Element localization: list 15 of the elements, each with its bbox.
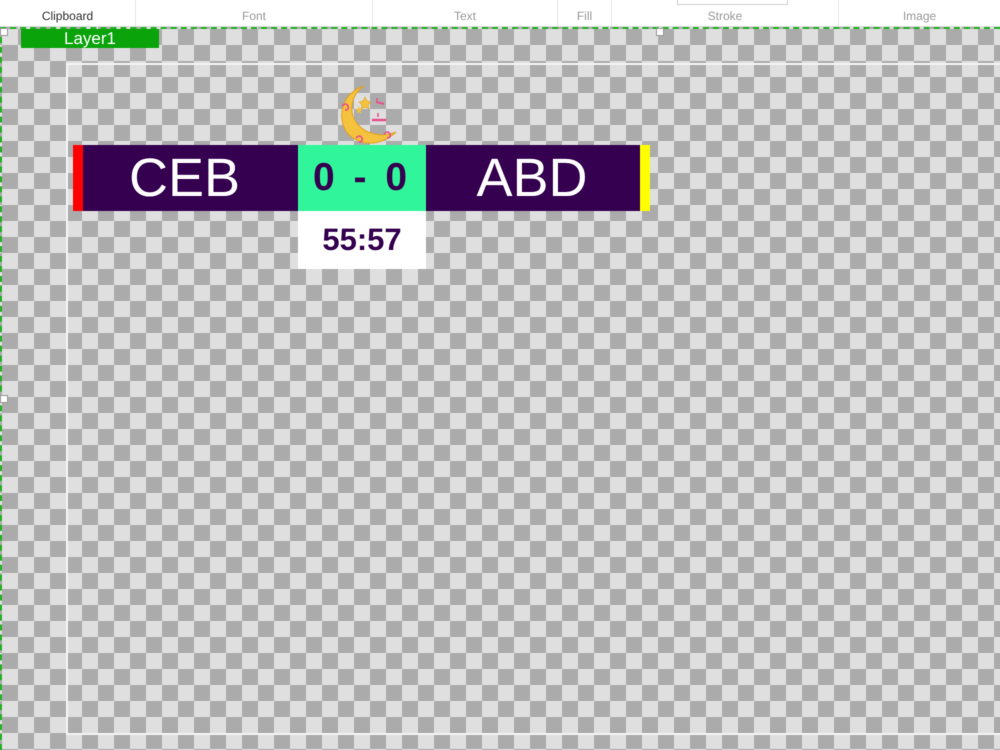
- ribbon-group-label: Font: [242, 9, 266, 23]
- ribbon-group-label: Text: [454, 9, 476, 23]
- layer-label[interactable]: Layer1: [21, 29, 159, 48]
- input-field[interactable]: [677, 0, 788, 5]
- selection-handle[interactable]: [0, 395, 8, 403]
- away-team-name: ABD: [476, 148, 589, 208]
- ribbon-group-label: Stroke: [708, 9, 742, 23]
- ribbon-group-label: Image: [902, 9, 936, 23]
- home-team-name: CEB: [128, 148, 242, 208]
- match-clock: 55:57: [322, 222, 402, 258]
- score-text: 0 - 0: [312, 156, 412, 200]
- ribbon-group-label: Clipboard: [42, 9, 94, 23]
- ribbon-group-label: Fill: [576, 9, 592, 23]
- selection-handle[interactable]: [0, 28, 8, 36]
- selection-handle[interactable]: [656, 28, 664, 36]
